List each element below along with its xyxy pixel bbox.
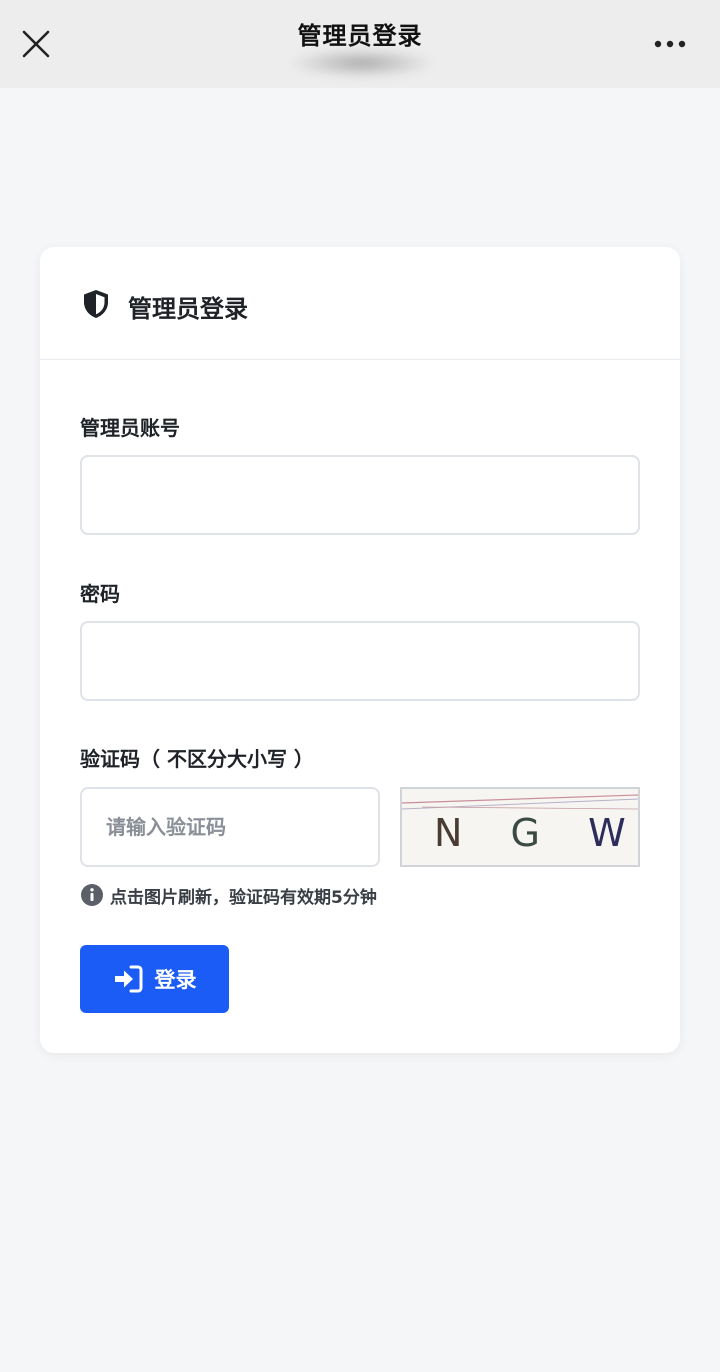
captcha-hint: 点击图片刷新，验证码有效期5分钟 (80, 882, 377, 908)
card-title: 管理员登录 (128, 295, 248, 323)
card-header: 管理员登录 (40, 247, 680, 360)
captcha-char: W (588, 811, 638, 855)
password-label: 密码 (80, 582, 120, 606)
account-label: 管理员账号 (80, 416, 180, 440)
more-icon[interactable] (648, 30, 692, 58)
login-card: 管理员登录 管理员账号 密码 验证码（ 不区分大小写 ） N G W P 点 (40, 247, 680, 1053)
login-button[interactable]: 登录 (80, 945, 229, 1013)
hint-text: 点击图片刷新，验证码有效期5分钟 (110, 887, 377, 908)
password-input[interactable] (80, 621, 640, 701)
shield-icon (80, 288, 112, 320)
captcha-image[interactable]: N G W P (400, 787, 640, 867)
sign-in-icon (114, 965, 142, 993)
info-icon (81, 884, 103, 906)
login-label: 登录 (154, 968, 197, 992)
captcha-label: 验证码（ 不区分大小写 ） (80, 747, 314, 771)
captcha-char: N (434, 811, 480, 855)
captcha-char: G (511, 811, 558, 855)
title-bar: 管理员登录 (0, 0, 720, 88)
window-title: 管理员登录 (297, 22, 423, 50)
account-input[interactable] (80, 455, 640, 535)
captcha-input[interactable] (80, 787, 380, 867)
blurred-subtitle (292, 48, 432, 78)
captcha-text: N G W P (434, 811, 638, 855)
